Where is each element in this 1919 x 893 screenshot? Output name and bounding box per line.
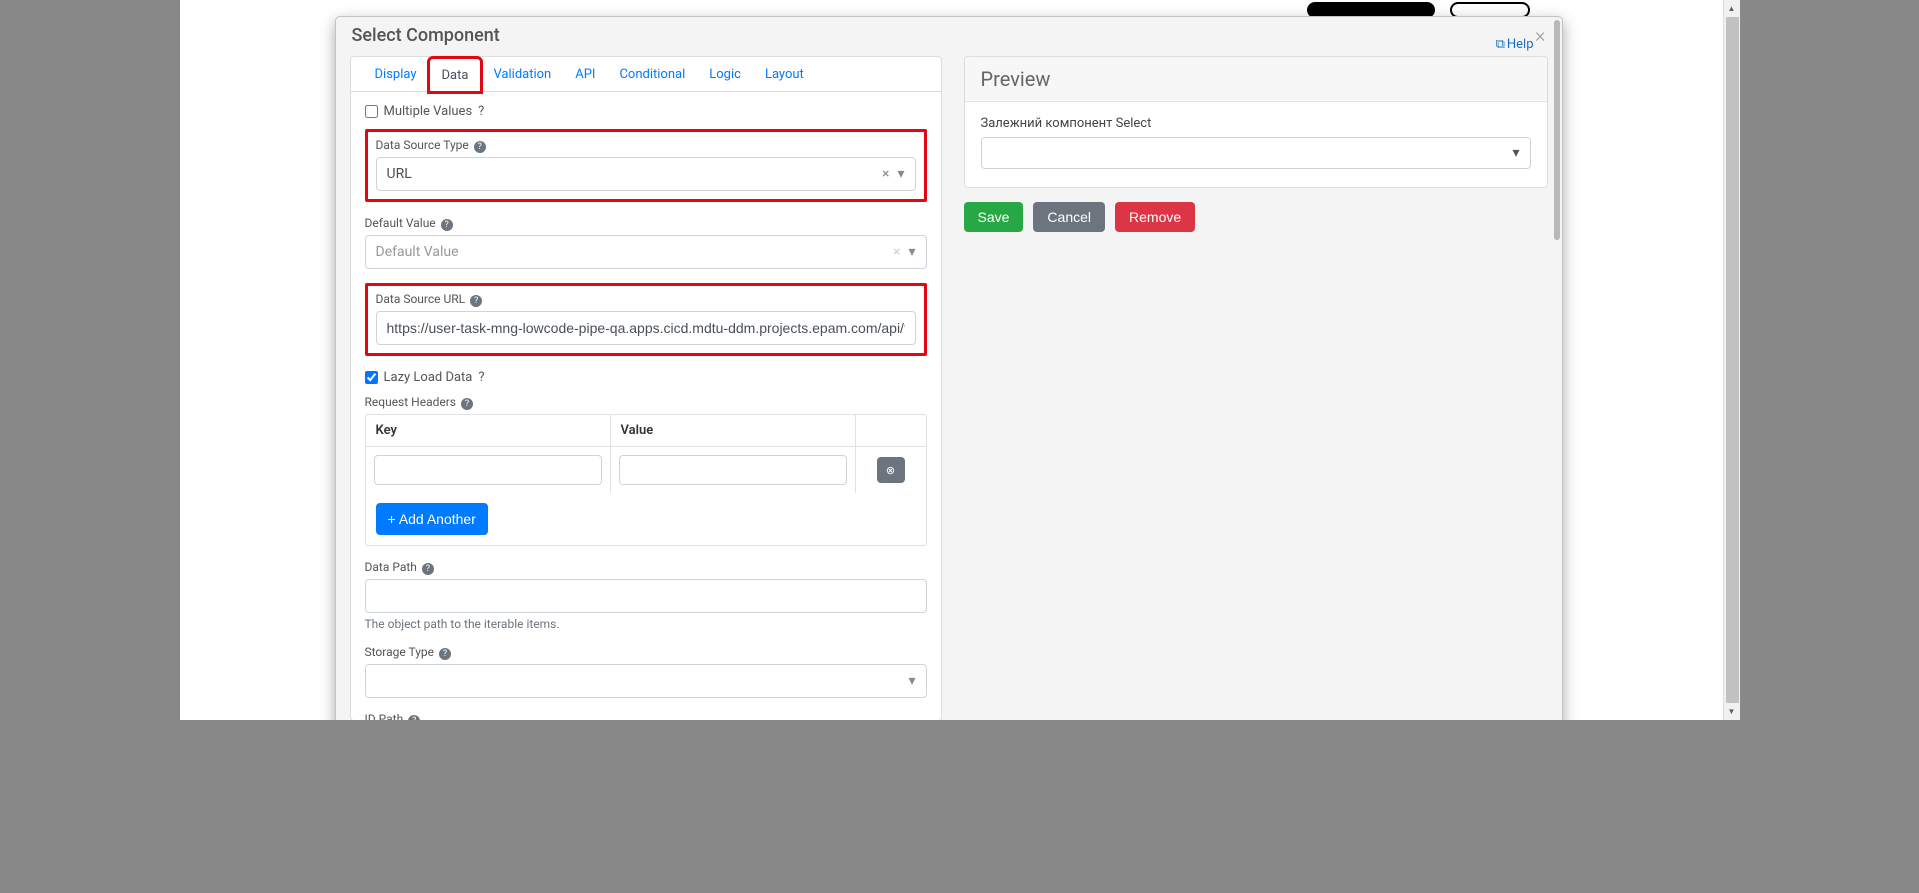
help-tooltip-icon[interactable]: ? bbox=[441, 219, 453, 231]
preview-card: Preview Залежний компонент Select ▾ bbox=[964, 56, 1548, 188]
help-tooltip-icon[interactable]: ? bbox=[478, 104, 484, 119]
scroll-down-icon[interactable]: ▼ bbox=[1724, 703, 1740, 720]
help-label: Help bbox=[1507, 37, 1534, 52]
page-scrollbar[interactable]: ▲ ▼ bbox=[1723, 0, 1740, 720]
preview-body: Залежний компонент Select ▾ bbox=[965, 102, 1547, 187]
col-actions bbox=[856, 415, 926, 447]
modal-scrollbar[interactable] bbox=[1552, 17, 1562, 720]
default-value-label: Default Value ? bbox=[365, 216, 927, 231]
preview-select[interactable]: ▾ bbox=[981, 137, 1531, 169]
settings-pane: Display Data Validation API Conditional … bbox=[350, 56, 942, 720]
data-source-url-label: Data Source URL ? bbox=[376, 292, 916, 307]
tab-data[interactable]: Data bbox=[429, 58, 482, 92]
modal-scrollbar-thumb[interactable] bbox=[1554, 20, 1560, 240]
modal-body: Display Data Validation API Conditional … bbox=[336, 56, 1562, 720]
action-buttons: Save Cancel Remove bbox=[964, 202, 1548, 232]
default-value-group: Default Value ? Default Value × ▾ bbox=[365, 216, 927, 269]
data-path-group: Data Path ? The object path to the itera… bbox=[365, 560, 927, 631]
tab-conditional[interactable]: Conditional bbox=[607, 58, 697, 92]
request-headers-table: Key Value ⊗ + bbox=[365, 414, 927, 546]
remove-button[interactable]: Remove bbox=[1115, 202, 1195, 232]
app-viewport: Select Component ⧉Help × Display Data Va… bbox=[180, 0, 1740, 720]
chevron-down-icon: ▾ bbox=[908, 673, 915, 689]
table-footer: + Add Another bbox=[366, 493, 926, 545]
default-value-select[interactable]: Default Value × ▾ bbox=[365, 235, 927, 269]
close-icon[interactable]: × bbox=[1535, 23, 1545, 47]
data-source-url-group: Data Source URL ? bbox=[365, 283, 927, 356]
data-path-helper: The object path to the iterable items. bbox=[365, 617, 927, 631]
data-source-type-label: Data Source Type ? bbox=[376, 138, 916, 153]
data-path-input[interactable] bbox=[365, 579, 927, 613]
storage-type-group: Storage Type ? ▾ bbox=[365, 645, 927, 698]
component-settings-modal: Select Component ⧉Help × Display Data Va… bbox=[335, 16, 1563, 720]
data-source-url-input[interactable] bbox=[376, 311, 916, 345]
data-path-label: Data Path ? bbox=[365, 560, 927, 575]
delete-row-button[interactable]: ⊗ bbox=[877, 457, 905, 483]
lazy-load-row: Lazy Load Data ? bbox=[365, 370, 927, 385]
tabs: Display Data Validation API Conditional … bbox=[351, 57, 941, 92]
tab-layout[interactable]: Layout bbox=[753, 58, 816, 92]
help-tooltip-icon[interactable]: ? bbox=[422, 563, 434, 575]
id-path-group: ID Path ? bbox=[365, 712, 927, 720]
help-tooltip-icon[interactable]: ? bbox=[470, 295, 482, 307]
help-tooltip-icon[interactable]: ? bbox=[478, 370, 484, 385]
request-headers-group: Request Headers ? Key Value bbox=[365, 395, 927, 546]
data-source-type-value: URL bbox=[387, 166, 412, 182]
modal-title: Select Component bbox=[352, 25, 1546, 46]
multiple-values-checkbox[interactable] bbox=[365, 105, 378, 118]
clear-icon[interactable]: × bbox=[882, 166, 889, 182]
add-another-button[interactable]: + Add Another bbox=[376, 503, 488, 535]
tab-api[interactable]: API bbox=[563, 58, 607, 92]
tab-display[interactable]: Display bbox=[363, 58, 429, 92]
col-key: Key bbox=[366, 415, 611, 447]
help-tooltip-icon[interactable]: ? bbox=[461, 398, 473, 410]
help-tooltip-icon[interactable]: ? bbox=[474, 141, 486, 153]
preview-field-label: Залежний компонент Select bbox=[981, 116, 1531, 131]
scroll-up-icon[interactable]: ▲ bbox=[1724, 0, 1740, 17]
preview-pane: Preview Залежний компонент Select ▾ Save… bbox=[964, 56, 1548, 720]
header-key-input[interactable] bbox=[374, 455, 602, 485]
add-another-label: Add Another bbox=[399, 511, 476, 527]
tab-validation[interactable]: Validation bbox=[481, 58, 563, 92]
multiple-values-row: Multiple Values ? bbox=[365, 104, 927, 119]
tab-logic[interactable]: Logic bbox=[697, 58, 753, 92]
id-path-label: ID Path ? bbox=[365, 712, 927, 720]
table-row: ⊗ bbox=[366, 447, 926, 493]
preview-title: Preview bbox=[981, 67, 1531, 91]
chevron-down-icon: ▾ bbox=[897, 166, 904, 182]
request-headers-label: Request Headers ? bbox=[365, 395, 927, 410]
storage-type-label: Storage Type ? bbox=[365, 645, 927, 660]
lazy-load-label: Lazy Load Data bbox=[384, 370, 473, 385]
help-tooltip-icon[interactable]: ? bbox=[439, 648, 451, 660]
default-value-placeholder: Default Value bbox=[376, 244, 459, 260]
multiple-values-label: Multiple Values bbox=[384, 104, 473, 119]
chevron-down-icon: ▾ bbox=[908, 244, 915, 260]
col-value: Value bbox=[611, 415, 856, 447]
plus-icon: + bbox=[388, 511, 396, 527]
clear-icon: × bbox=[893, 244, 900, 260]
data-source-type-group: Data Source Type ? URL × ▾ bbox=[365, 129, 927, 202]
modal-header: Select Component ⧉Help × bbox=[336, 17, 1562, 56]
lazy-load-checkbox[interactable] bbox=[365, 371, 378, 384]
header-value-input[interactable] bbox=[619, 455, 847, 485]
storage-type-select[interactable]: ▾ bbox=[365, 664, 927, 698]
page-scrollbar-thumb[interactable] bbox=[1726, 17, 1739, 703]
help-link[interactable]: ⧉Help bbox=[1496, 37, 1534, 52]
table-header: Key Value bbox=[366, 415, 926, 447]
data-source-type-select[interactable]: URL × ▾ bbox=[376, 157, 916, 191]
help-icon: ⧉ bbox=[1496, 37, 1505, 52]
delete-icon: ⊗ bbox=[886, 464, 895, 477]
save-button[interactable]: Save bbox=[964, 202, 1024, 232]
preview-header: Preview bbox=[965, 57, 1547, 102]
cancel-button[interactable]: Cancel bbox=[1033, 202, 1105, 232]
chevron-down-icon: ▾ bbox=[1512, 145, 1519, 161]
help-tooltip-icon[interactable]: ? bbox=[408, 715, 420, 720]
form-area[interactable]: Multiple Values ? Data Source Type ? URL… bbox=[351, 92, 941, 720]
